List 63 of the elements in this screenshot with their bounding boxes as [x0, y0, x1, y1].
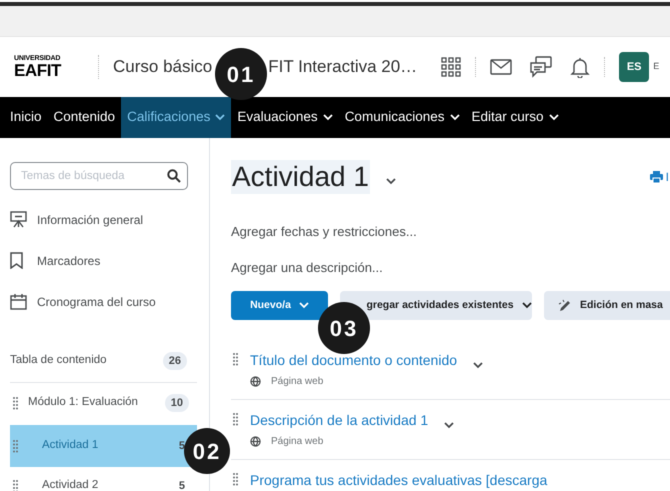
drag-handle-icon[interactable] — [233, 353, 238, 366]
drag-handle-icon[interactable] — [233, 413, 238, 426]
step-marker: 02 — [184, 428, 230, 474]
page-title: Actividad 1 — [231, 160, 370, 194]
content-item-link[interactable]: Programa tus actividades evaluativas [descarga — [250, 470, 548, 491]
content-item-link[interactable]: Título del documento o contenido — [250, 350, 458, 371]
presentation-board-icon — [10, 211, 27, 228]
drag-handle-icon[interactable] — [13, 480, 18, 491]
caret-icon — [548, 114, 559, 121]
content-item-link[interactable]: Descripción de la actividad 1 — [250, 410, 428, 431]
sidebar-link[interactable]: Marcadores — [37, 252, 100, 270]
globe-icon — [250, 376, 261, 387]
course-title: Curso básico — [113, 56, 212, 78]
search-icon[interactable] — [167, 169, 181, 183]
mail-icon[interactable] — [490, 59, 512, 75]
nav-tab[interactable]: Inicio — [4, 97, 48, 138]
nav-tab[interactable]: Contenido — [48, 97, 122, 138]
apps-grid-icon[interactable] — [441, 57, 462, 77]
bookmark-icon — [10, 252, 23, 269]
caret-icon — [450, 114, 460, 121]
new-button[interactable]: Nuevo/a — [231, 291, 328, 320]
nav-tab[interactable]: Editar curso — [466, 97, 565, 138]
caret-icon — [473, 362, 484, 369]
count-label: 5 — [178, 478, 186, 491]
nav-tab[interactable]: Evaluaciones — [231, 97, 339, 138]
logo-wordmark: EAFIT — [14, 62, 62, 79]
search-field[interactable]: Temas de búsqueda — [10, 162, 188, 190]
caret-icon — [386, 178, 396, 184]
toc-item[interactable]: Actividad 2 5 — [10, 474, 197, 491]
toc-heading[interactable]: Tabla de contenido — [10, 352, 107, 370]
caret-icon — [322, 114, 333, 121]
drag-handle-icon[interactable] — [13, 396, 18, 410]
user-avatar[interactable]: ES — [619, 52, 650, 82]
pencil-icon — [558, 298, 572, 312]
calendar-icon — [10, 293, 27, 310]
caret-icon — [298, 302, 309, 309]
printer-icon — [650, 171, 663, 183]
add-existing-button[interactable]: gregar actividades existentes — [340, 291, 532, 320]
add-description-link[interactable]: Agregar una descripción... — [231, 258, 670, 277]
sidebar-link[interactable]: Cronograma del curso — [37, 292, 156, 310]
count-label: 5 — [178, 438, 186, 454]
caret-icon — [215, 114, 226, 121]
course-title: FIT Interactiva 20… — [268, 56, 418, 78]
toc-item[interactable]: Módulo 1: Evaluación 10 — [10, 393, 197, 413]
user-name[interactable]: E — [653, 60, 660, 74]
bell-icon[interactable] — [570, 56, 590, 78]
item-type: Página web — [271, 375, 324, 389]
caret-icon — [444, 422, 454, 429]
drag-handle-icon[interactable] — [13, 440, 18, 452]
step-marker: 01 — [215, 48, 267, 100]
item-type: Página web — [271, 435, 324, 449]
globe-icon — [250, 436, 261, 447]
add-dates-link[interactable]: Agregar fechas y restricciones... — [231, 222, 670, 242]
sidebar-link[interactable]: Información general — [37, 210, 144, 228]
nav-tab[interactable]: Comunicaciones — [338, 97, 466, 138]
nav-tab[interactable]: Calificaciones — [121, 97, 232, 138]
print-link[interactable]: I — [650, 168, 669, 186]
bulk-edit-button[interactable]: Edición en masa — [544, 291, 670, 320]
caret-icon — [522, 302, 532, 309]
count-badge: 26 — [162, 352, 187, 370]
chat-icon[interactable] — [530, 56, 552, 78]
drag-handle-icon[interactable] — [233, 473, 238, 486]
count-badge: 10 — [164, 394, 189, 412]
